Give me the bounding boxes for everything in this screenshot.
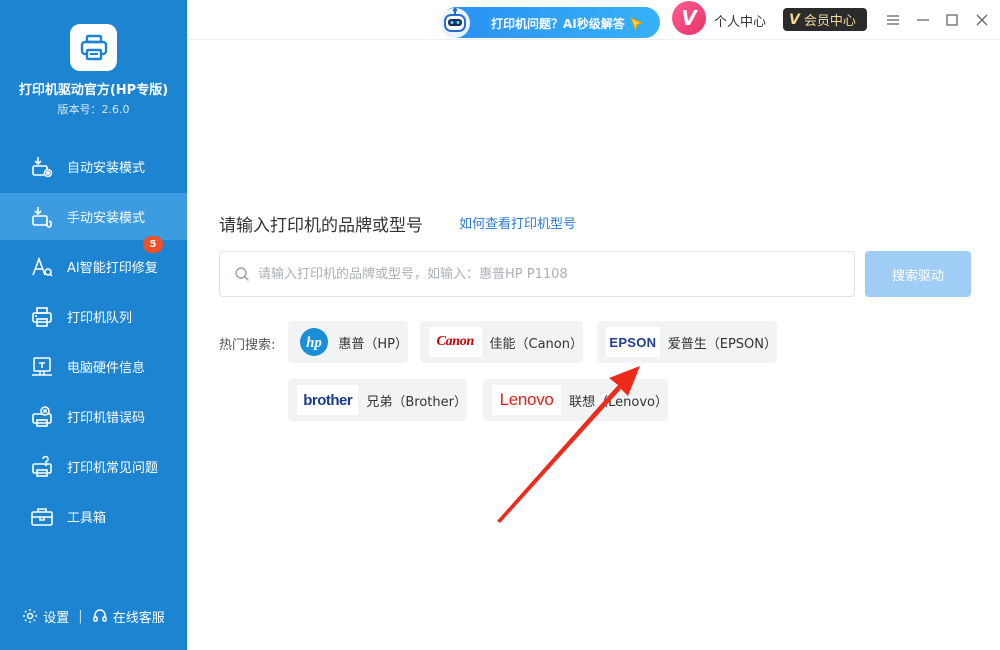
hot-search-label: 热门搜索:: [219, 338, 276, 353]
brother-logo-text: brother: [303, 391, 353, 409]
notification-badge: 5: [143, 236, 163, 253]
sidebar-item-manual-install[interactable]: 手动安装模式: [0, 193, 187, 240]
sidebar-item-hardware-info[interactable]: 电脑硬件信息: [0, 343, 187, 390]
sidebar-item-auto-install[interactable]: 自动安装模式: [0, 143, 187, 190]
footer-separator: |: [78, 608, 83, 624]
maximize-icon: [946, 14, 958, 26]
ai-repair-icon: [30, 255, 54, 279]
error-code-icon: [30, 405, 54, 429]
brand-chip-brother[interactable]: brother 兄弟（Brother）: [288, 379, 467, 421]
faq-icon: [30, 455, 54, 479]
pointer-icon: [630, 17, 644, 32]
sidebar-nav: 自动安装模式 手动安装模式 5 AI智能打印修复 打印机队列 电脑硬件信息 打印…: [0, 143, 187, 543]
close-icon: [976, 14, 988, 26]
app-logo: [70, 24, 117, 71]
search-box: [219, 251, 855, 297]
close-button[interactable]: [972, 10, 992, 30]
sidebar-item-label: 工具箱: [67, 511, 107, 526]
headset-icon: [92, 609, 107, 622]
auto-install-icon: [30, 155, 54, 179]
brand-chip-epson[interactable]: EPSON 爱普生（EPSON）: [597, 321, 777, 363]
hp-logo: hp: [297, 327, 330, 357]
sidebar-footer: 设置 | 在线客服: [0, 604, 187, 628]
sidebar-item-label: 打印机队列: [67, 311, 133, 326]
sidebar-item-printer-queue[interactable]: 打印机队列: [0, 293, 187, 340]
brand-chip-hp[interactable]: hp 惠普（HP）: [288, 321, 408, 363]
support-label: 在线客服: [112, 610, 165, 626]
sidebar-item-label: 自动安装模式: [67, 161, 146, 176]
printer-logo-icon: [80, 34, 107, 60]
brand-name: 联想（Lenovo）: [569, 394, 668, 410]
search-driver-button[interactable]: 搜索驱动: [865, 251, 971, 297]
brand-name: 佳能（Canon）: [489, 336, 583, 352]
sidebar-item-faq[interactable]: 打印机常见问题: [0, 443, 187, 490]
settings-link[interactable]: 设置: [22, 607, 69, 626]
minimize-button[interactable]: [913, 10, 933, 30]
printer-queue-icon: [30, 305, 54, 329]
sidebar: 打印机驱动官方(HP专版) 版本号：2.6.0 自动安装模式 手动安装模式 5 …: [0, 0, 187, 650]
top-bar: 打印机问题？AI秒级解答 V 个人中心 V 会员中心: [187, 0, 1000, 40]
ai-assistant-button[interactable]: 打印机问题？AI秒级解答: [440, 7, 660, 38]
vip-avatar[interactable]: V: [672, 1, 706, 35]
member-center-button[interactable]: V 会员中心: [783, 8, 867, 31]
ai-button-label: 打印机问题？AI秒级解答: [491, 17, 625, 31]
sidebar-item-error-code[interactable]: 打印机错误码: [0, 393, 187, 440]
brand-name: 兄弟（Brother）: [366, 394, 467, 410]
hardware-info-icon: [30, 355, 54, 379]
sidebar-item-label: 电脑硬件信息: [67, 361, 146, 376]
epson-logo-text: EPSON: [609, 334, 657, 350]
profile-link[interactable]: 个人中心: [714, 11, 766, 30]
brother-logo: brother: [297, 385, 359, 415]
search-input[interactable]: [258, 266, 848, 282]
sidebar-item-toolbox[interactable]: 工具箱: [0, 493, 187, 540]
settings-label: 设置: [43, 610, 70, 626]
member-center-label: 会员中心: [803, 14, 856, 29]
brand-chip-lenovo[interactable]: Lenovo 联想（Lenovo）: [483, 379, 668, 421]
gear-icon: [23, 609, 38, 623]
hamburger-menu-icon: [887, 15, 899, 25]
hp-logo-text: hp: [306, 335, 322, 351]
app-version: 版本号：2.6.0: [57, 103, 130, 116]
canon-logo: Canon: [429, 327, 482, 357]
manual-install-icon: [30, 205, 54, 229]
sidebar-item-label: 手动安装模式: [67, 211, 146, 226]
search-icon: [235, 267, 249, 281]
lenovo-logo: Lenovo: [492, 385, 562, 415]
minimize-icon: [917, 19, 929, 21]
page-heading: 请输入打印机的品牌或型号: [219, 216, 423, 236]
support-link[interactable]: 在线客服: [92, 607, 165, 626]
sidebar-item-label: 打印机常见问题: [67, 461, 159, 476]
brand-name: 爱普生（EPSON）: [667, 336, 777, 352]
sidebar-item-ai-repair[interactable]: 5 AI智能打印修复: [0, 236, 187, 290]
sidebar-item-label: 打印机错误码: [67, 411, 146, 426]
robot-icon: [440, 8, 470, 38]
vip-v-icon: V: [789, 11, 800, 28]
menu-button[interactable]: [883, 10, 903, 30]
maximize-button[interactable]: [942, 10, 962, 30]
brand-name: 惠普（HP）: [338, 336, 408, 352]
avatar-letter: V: [681, 6, 697, 30]
sidebar-item-label: AI智能打印修复: [67, 261, 158, 276]
toolbox-icon: [30, 505, 54, 529]
app-title: 打印机驱动官方(HP专版): [18, 83, 169, 98]
brand-chip-canon[interactable]: Canon 佳能（Canon）: [420, 321, 583, 363]
how-to-find-model-link[interactable]: 如何查看打印机型号: [459, 213, 576, 232]
canon-logo-text: Canon: [436, 334, 475, 349]
lenovo-logo-text: Lenovo: [499, 390, 554, 409]
epson-logo: EPSON: [606, 327, 660, 357]
